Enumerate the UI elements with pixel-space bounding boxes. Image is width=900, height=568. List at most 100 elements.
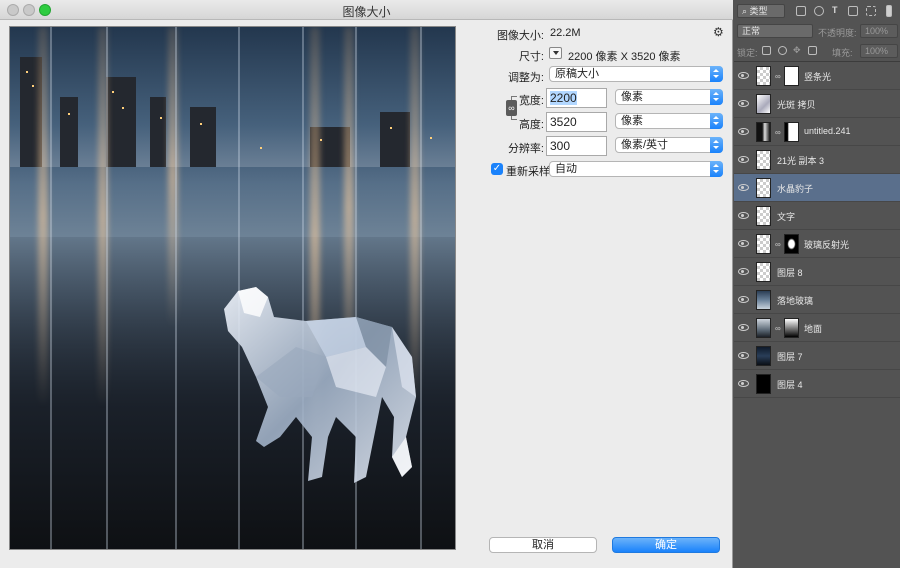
popup-arrows-icon [710, 66, 723, 82]
eye-icon[interactable] [738, 351, 749, 359]
link-icon: ∞ [775, 72, 781, 81]
height-input[interactable]: 3520 [546, 112, 607, 132]
smart-object-filter-icon[interactable] [866, 6, 876, 16]
layer-thumbnail [756, 290, 771, 310]
lock-image-pixels-icon[interactable] [778, 46, 787, 55]
layer-name: 地面 [804, 324, 823, 334]
image-size-dialog: 图像大小 图像大小: 22.2M ⚙ 尺寸: 2200 像素 X 3520 像素… [0, 0, 733, 568]
layer-name: 光斑 拷贝 [777, 100, 816, 110]
layer-row[interactable]: ∞ untitled.241 [734, 118, 900, 146]
layers-toolbar: ⌕ 类型 T 正常 不透明度: 100% 锁定: ✥ 填充: 100% [734, 0, 900, 62]
lock-label: 锁定: [737, 48, 758, 58]
eye-icon[interactable] [738, 155, 749, 163]
height-unit-select[interactable]: 像素 [615, 113, 723, 129]
title-bar: 图像大小 [0, 0, 733, 20]
layer-row[interactable]: 文字 [734, 202, 900, 230]
filter-kind-select[interactable]: ⌕ 类型 [737, 4, 785, 18]
dimensions-unit-menu-icon[interactable] [549, 47, 562, 59]
dimensions-value: 2200 像素 X 3520 像素 [568, 51, 681, 63]
opacity-label: 不透明度: [818, 28, 857, 38]
filter-toggle-icon[interactable] [886, 5, 892, 17]
popup-arrows-icon [710, 89, 723, 105]
popup-arrows-icon [710, 113, 723, 129]
crystal-leopard [224, 287, 416, 483]
gear-icon[interactable]: ⚙ [713, 25, 724, 39]
layer-name: 图层 4 [777, 380, 803, 390]
link-icon: ∞ [775, 240, 781, 249]
layer-thumbnail [756, 150, 771, 170]
image-size-label: 图像大小: [496, 30, 544, 42]
width-input[interactable]: 2200 [546, 88, 607, 108]
eye-icon[interactable] [738, 71, 749, 79]
layer-mask-thumbnail [784, 318, 799, 338]
layer-thumbnail [756, 122, 771, 142]
resample-checkbox[interactable]: ✓ [491, 163, 503, 175]
eye-icon[interactable] [738, 379, 749, 387]
layer-row[interactable]: 落地玻璃 [734, 286, 900, 314]
lock-position-icon[interactable]: ✥ [793, 45, 801, 56]
blend-mode-select[interactable]: 正常 [737, 24, 813, 38]
eye-icon[interactable] [738, 239, 749, 247]
resolution-input[interactable]: 300 [546, 136, 607, 156]
fit-to-select[interactable]: 原稿大小 [549, 66, 723, 82]
lock-all-icon[interactable] [808, 46, 817, 55]
dimensions-label: 尺寸: [518, 51, 544, 63]
layer-name: 落地玻璃 [777, 296, 814, 306]
opacity-input[interactable]: 100% [860, 24, 898, 38]
eye-icon[interactable] [738, 183, 749, 191]
layer-thumbnail [756, 346, 771, 366]
image-size-value: 22.2M [550, 27, 581, 39]
resample-selected: 自动 [555, 163, 577, 175]
layer-name: 21光 副本 3 [777, 156, 825, 166]
eye-icon[interactable] [738, 127, 749, 135]
lock-transparent-pixels-icon[interactable] [762, 46, 771, 55]
layer-mask-thumbnail [784, 122, 799, 142]
layer-row[interactable]: ∞ 玻璃反射光 [734, 230, 900, 258]
eye-icon[interactable] [738, 323, 749, 331]
layer-name: 图层 8 [777, 268, 803, 278]
eye-icon[interactable] [738, 267, 749, 275]
resample-select[interactable]: 自动 [549, 161, 723, 177]
layer-row[interactable]: ∞ 地面 [734, 314, 900, 342]
layer-row[interactable]: 21光 副本 3 [734, 146, 900, 174]
layer-row[interactable]: 图层 7 [734, 342, 900, 370]
layer-name: 文字 [777, 212, 796, 222]
layer-mask-thumbnail [784, 66, 799, 86]
layer-thumbnail [756, 374, 771, 394]
resolution-unit-selected: 像素/英寸 [621, 139, 669, 151]
eye-icon[interactable] [738, 99, 749, 107]
height-unit-selected: 像素 [621, 115, 643, 127]
layer-row[interactable]: 图层 4 [734, 370, 900, 398]
layer-row[interactable]: 图层 8 [734, 258, 900, 286]
layer-row[interactable]: 光斑 拷贝 [734, 90, 900, 118]
eye-icon[interactable] [738, 295, 749, 303]
shape-filter-icon[interactable] [848, 6, 858, 16]
resolution-unit-select[interactable]: 像素/英寸 [615, 137, 723, 153]
pixel-filter-icon[interactable] [796, 6, 806, 16]
layer-name: untitled.241 [804, 126, 851, 136]
width-unit-select[interactable]: 像素 [615, 89, 723, 105]
layer-thumbnail [756, 318, 771, 338]
fill-label: 填充: [832, 48, 853, 58]
layer-name: 水晶豹子 [777, 184, 814, 194]
eye-icon[interactable] [738, 211, 749, 219]
layer-thumbnail [756, 234, 771, 254]
layer-thumbnail [756, 206, 771, 226]
type-filter-icon[interactable]: T [832, 5, 838, 15]
layer-thumbnail [756, 178, 771, 198]
fill-input[interactable]: 100% [860, 44, 898, 58]
layer-name: 图层 7 [777, 352, 803, 362]
layer-thumbnail [756, 262, 771, 282]
link-icon: ∞ [775, 128, 781, 137]
cancel-button[interactable]: 取消 [489, 537, 597, 553]
adjustment-filter-icon[interactable] [814, 6, 824, 16]
image-preview[interactable] [9, 26, 456, 550]
layer-name: 玻璃反射光 [804, 240, 850, 250]
resolution-label: 分辨率: [507, 143, 544, 155]
layer-row[interactable]: ∞ 竖条光 [734, 62, 900, 90]
ok-button[interactable]: 确定 [612, 537, 720, 553]
fit-to-label: 调整为: [507, 72, 544, 84]
fit-to-selected: 原稿大小 [555, 68, 599, 80]
layer-row-selected[interactable]: 水晶豹子 [734, 174, 900, 202]
layer-thumbnail [756, 66, 771, 86]
